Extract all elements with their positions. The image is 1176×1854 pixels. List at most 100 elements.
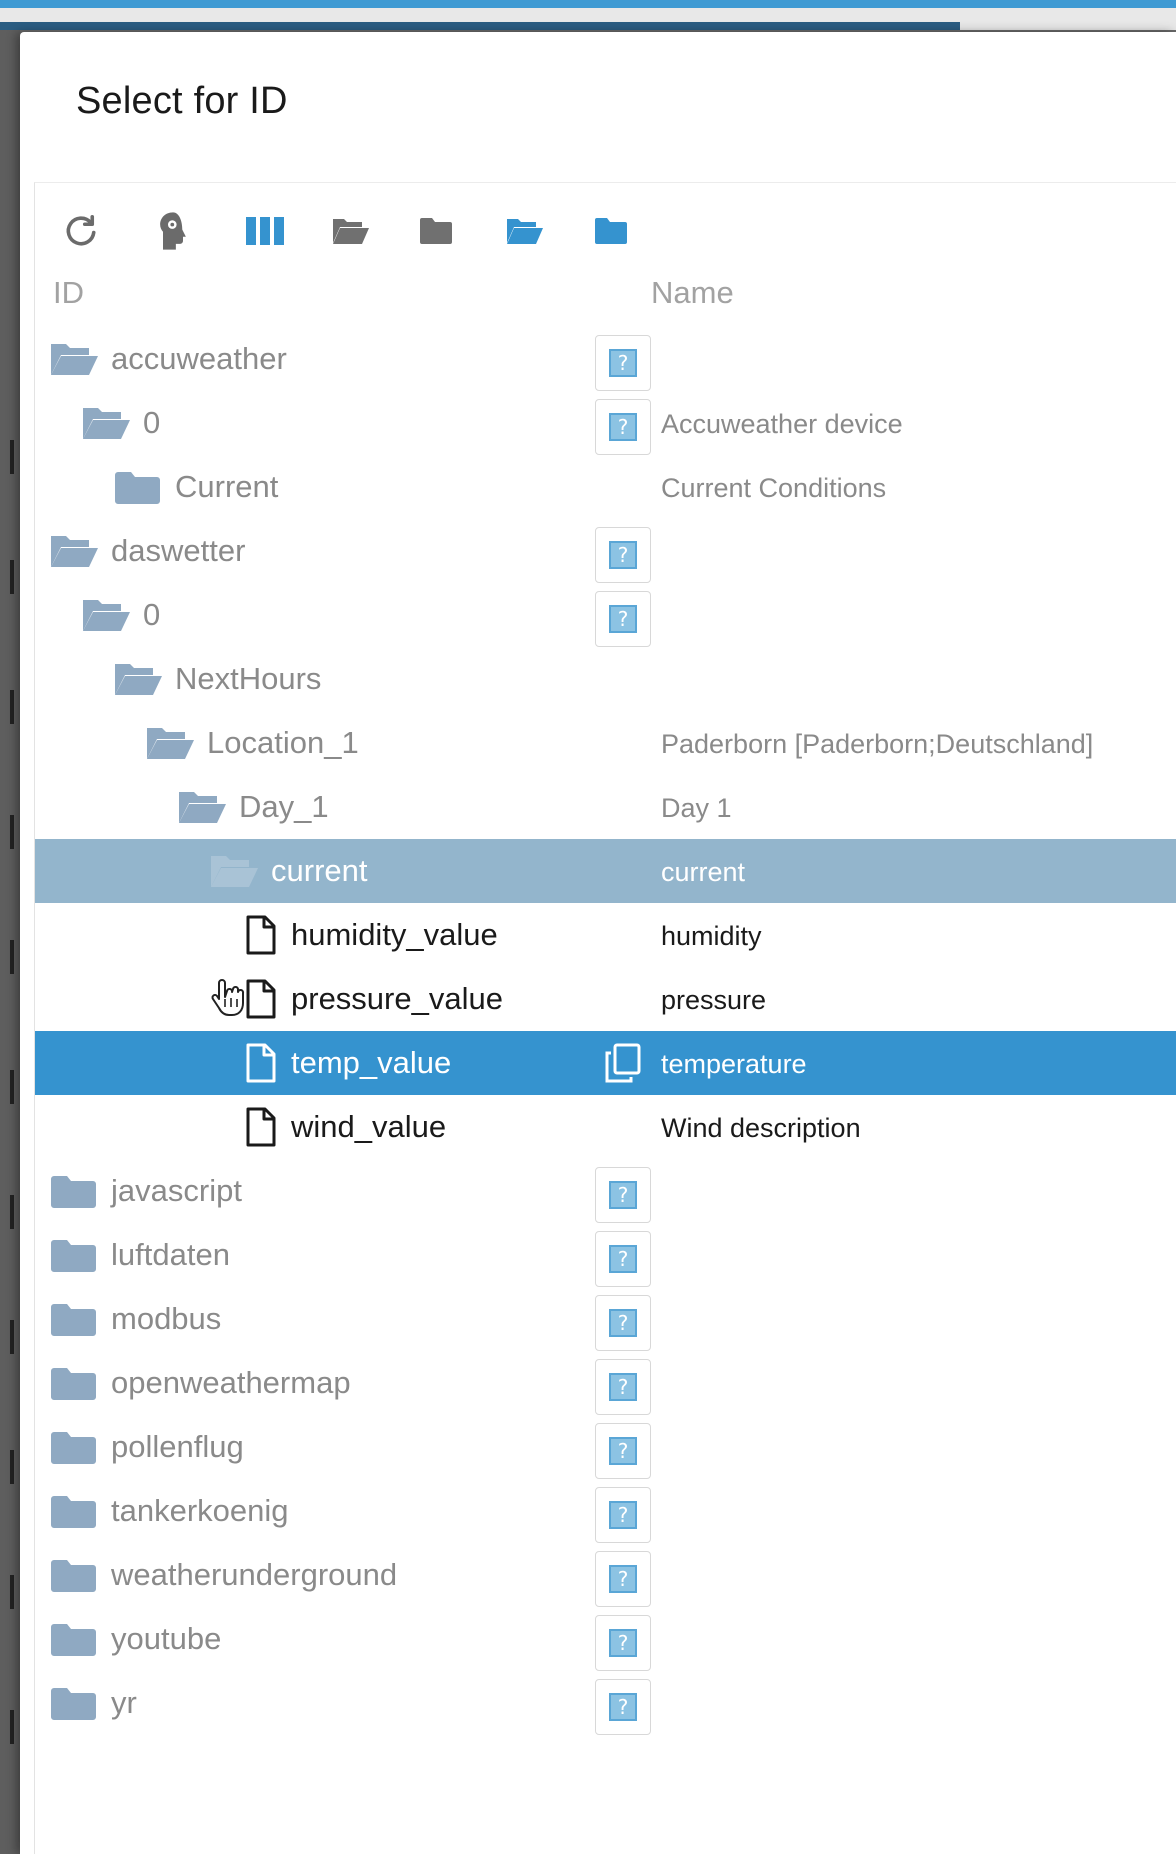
folder-closed-icon bbox=[49, 1235, 99, 1275]
expand-all-button[interactable] bbox=[329, 209, 373, 253]
tree-row-name: temperature bbox=[661, 1049, 807, 1079]
collapse-all-button[interactable] bbox=[414, 209, 458, 253]
tree-row-javascript[interactable]: javascript? bbox=[35, 1159, 1176, 1223]
tree-row-current[interactable]: Current Current Conditions bbox=[35, 455, 1176, 519]
tree-row-name: pressure bbox=[661, 985, 767, 1015]
folder-closed-icon bbox=[49, 1491, 99, 1531]
tree-row-accuweather[interactable]: accuweather? bbox=[35, 327, 1176, 391]
question-icon: ? bbox=[609, 1629, 637, 1657]
tree-row-nexthours[interactable]: NextHours bbox=[35, 647, 1176, 711]
background-divider bbox=[10, 815, 14, 849]
id-column-header[interactable]: ID bbox=[53, 275, 84, 311]
tree-row-youtube[interactable]: youtube? bbox=[35, 1607, 1176, 1671]
object-tree: accuweather? 0? Accuweather device Current C… bbox=[35, 327, 1176, 1735]
tree-row-pressure-value[interactable]: pressure_value pressure bbox=[35, 967, 1176, 1031]
expand-one-level-button[interactable] bbox=[503, 209, 547, 253]
copy-icon[interactable] bbox=[603, 1043, 643, 1083]
tree-row-id: modbus bbox=[111, 1301, 222, 1336]
tree-row-current[interactable]: current current bbox=[35, 839, 1176, 903]
file-icon bbox=[245, 1043, 277, 1083]
tree-row-id: humidity_value bbox=[291, 917, 498, 952]
object-type-icon: ? bbox=[595, 1295, 651, 1351]
folder-closed-icon bbox=[49, 1619, 99, 1659]
collapse-all-icon bbox=[420, 218, 452, 244]
file-icon bbox=[245, 979, 277, 1019]
question-icon: ? bbox=[609, 413, 637, 441]
tree-row-luftdaten[interactable]: luftdaten? bbox=[35, 1223, 1176, 1287]
collapse-one-level-button[interactable] bbox=[589, 209, 633, 253]
folder-closed-icon bbox=[49, 1171, 99, 1211]
object-type-icon: ? bbox=[595, 1231, 651, 1287]
question-icon: ? bbox=[609, 1181, 637, 1209]
tree-row-id: openweathermap bbox=[111, 1365, 351, 1400]
tree-row-id: Day_1 bbox=[239, 789, 329, 824]
object-type-icon: ? bbox=[595, 1167, 651, 1223]
folder-open-icon bbox=[81, 403, 131, 443]
object-type-icon: ? bbox=[595, 1423, 651, 1479]
tree-row-tankerkoenig[interactable]: tankerkoenig? bbox=[35, 1479, 1176, 1543]
tree-row-id: yr bbox=[111, 1685, 137, 1720]
select-id-dialog: Select for ID ID Name accuweather ? 0 ? … bbox=[20, 32, 1176, 1854]
tree-row-id: wind_value bbox=[291, 1109, 447, 1144]
tree-row-yr[interactable]: yr? bbox=[35, 1671, 1176, 1735]
object-type-icon: ? bbox=[595, 1679, 651, 1735]
tree-row-id: Location_1 bbox=[207, 725, 359, 760]
folder-open-icon bbox=[145, 723, 195, 763]
object-type-icon: ? bbox=[595, 527, 651, 583]
name-column-header[interactable]: Name bbox=[651, 275, 734, 311]
dialog-title: Select for ID bbox=[76, 80, 288, 122]
tree-row-day-1[interactable]: Day_1 Day 1 bbox=[35, 775, 1176, 839]
folder-closed-icon bbox=[49, 1363, 99, 1403]
question-icon: ? bbox=[609, 1373, 637, 1401]
tree-row-id: pressure_value bbox=[291, 981, 503, 1016]
tree-row-location-1[interactable]: Location_1 Paderborn [Paderborn;Deutschla… bbox=[35, 711, 1176, 775]
tree-row-wind-value[interactable]: wind_value Wind description bbox=[35, 1095, 1176, 1159]
refresh-icon bbox=[66, 214, 96, 246]
expert-mode-button[interactable] bbox=[151, 209, 195, 253]
tree-row-0[interactable]: 0? Accuweather device bbox=[35, 391, 1176, 455]
tree-row-temp-value[interactable]: temp_value temperature bbox=[35, 1031, 1176, 1095]
tree-row-modbus[interactable]: modbus? bbox=[35, 1287, 1176, 1351]
expand-all-icon bbox=[333, 219, 369, 244]
tree-row-weatherunderground[interactable]: weatherunderground? bbox=[35, 1543, 1176, 1607]
folder-closed-icon bbox=[49, 1427, 99, 1467]
tree-row-pollenflug[interactable]: pollenflug? bbox=[35, 1415, 1176, 1479]
background-divider bbox=[10, 940, 14, 974]
tree-row-name: Current Conditions bbox=[661, 473, 887, 503]
tree-row-openweathermap[interactable]: openweathermap? bbox=[35, 1351, 1176, 1415]
tree-row-id: Current bbox=[175, 469, 279, 504]
columns-button[interactable] bbox=[243, 209, 287, 253]
folder-open-icon bbox=[49, 531, 99, 571]
question-icon: ? bbox=[609, 1565, 637, 1593]
tree-row-id: youtube bbox=[111, 1621, 222, 1656]
tree-row-name: Day 1 bbox=[661, 793, 732, 823]
folder-closed-icon bbox=[113, 467, 163, 507]
object-browser: ID Name accuweather? 0? Accuweather device… bbox=[34, 182, 1176, 1854]
object-type-icon: ? bbox=[595, 335, 651, 391]
background-divider bbox=[10, 1450, 14, 1484]
tree-row-id: pollenflug bbox=[111, 1429, 244, 1464]
folder-open-icon bbox=[209, 851, 259, 891]
object-type-icon: ? bbox=[595, 1359, 651, 1415]
tree-row-id: javascript bbox=[111, 1173, 242, 1208]
folder-open-icon bbox=[49, 339, 99, 379]
columns-icon bbox=[246, 217, 284, 245]
tree-row-0[interactable]: 0? bbox=[35, 583, 1176, 647]
object-type-icon: ? bbox=[595, 591, 651, 647]
tree-row-id: 0 bbox=[143, 405, 161, 440]
background-divider bbox=[10, 1070, 14, 1104]
tree-row-daswetter[interactable]: daswetter? bbox=[35, 519, 1176, 583]
refresh-button[interactable] bbox=[59, 209, 103, 253]
object-type-icon: ? bbox=[595, 1551, 651, 1607]
file-icon bbox=[245, 915, 277, 955]
background-app-header bbox=[0, 0, 1176, 8]
folder-open-icon bbox=[81, 595, 131, 635]
file-icon bbox=[245, 1107, 277, 1147]
question-icon: ? bbox=[609, 1501, 637, 1529]
background-divider bbox=[10, 440, 14, 474]
tree-row-id: accuweather bbox=[111, 341, 287, 376]
question-icon: ? bbox=[609, 1245, 637, 1273]
background-divider bbox=[10, 1575, 14, 1609]
tree-row-id: NextHours bbox=[175, 661, 322, 696]
tree-row-humidity-value[interactable]: humidity_value humidity bbox=[35, 903, 1176, 967]
